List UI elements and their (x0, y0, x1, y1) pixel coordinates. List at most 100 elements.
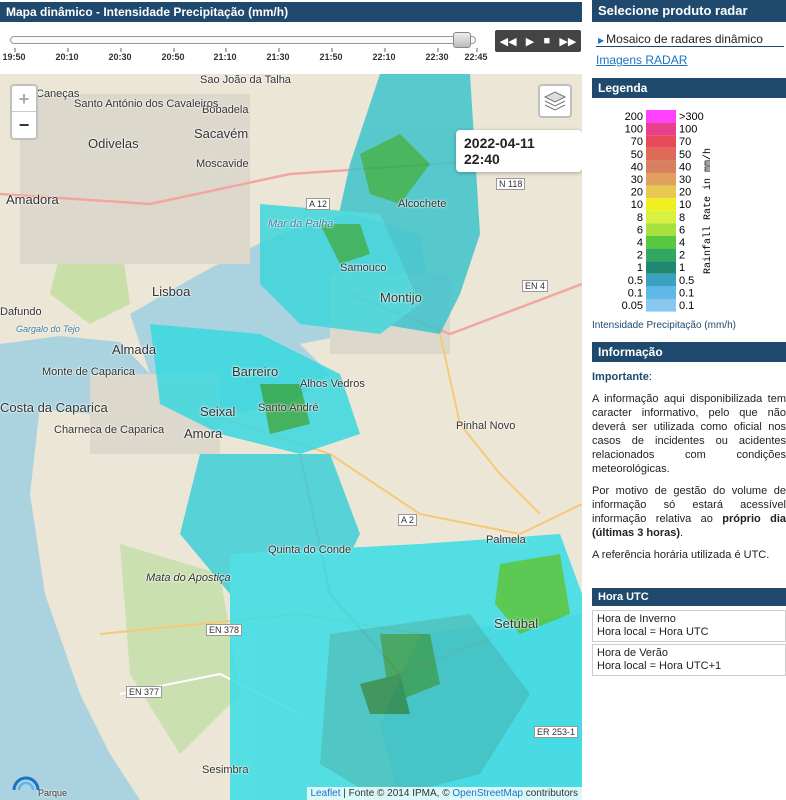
map-label: Parque (38, 788, 68, 798)
radar-product-mosaic[interactable]: Mosaico de radares dinâmico (596, 32, 784, 47)
play-button[interactable]: ▶ (526, 35, 534, 48)
legend-tick-right: 8 (679, 212, 685, 224)
legend-tick-right: 20 (679, 187, 691, 199)
timeline-tick: 19:50 (2, 48, 26, 62)
legend-tick-right: 50 (679, 149, 691, 161)
legend-color-band (646, 135, 676, 148)
road-label: A 12 (306, 198, 331, 210)
legend-axis-label: Rainfall Rate in mm/h (702, 148, 714, 274)
legend-color-band (646, 273, 676, 287)
legend-title: Legenda (592, 78, 786, 98)
layers-button[interactable] (538, 84, 572, 118)
legend-color-band (646, 198, 676, 211)
legend-tick-left: 40 (631, 161, 643, 173)
map-label: Sao João da Talha (200, 74, 291, 86)
road-label: EN 4 (522, 280, 549, 292)
info-title: Informação (592, 342, 786, 362)
legend-tick-right: 0.1 (679, 300, 694, 312)
legend-color-band (646, 147, 676, 161)
legend-tick-left: 1 (637, 262, 643, 274)
hora-utc-title: Hora UTC (592, 588, 786, 606)
openstreetmap-link[interactable]: OpenStreetMap (452, 788, 523, 799)
map-attribution: Leaflet | Fonte © 2014 IPMA, © OpenStree… (306, 787, 582, 800)
zoom-in-button[interactable]: + (12, 86, 36, 112)
legend-color-band (646, 173, 676, 186)
map-label: Moscavide (196, 158, 249, 170)
timeline-tick: 20:30 (108, 48, 132, 62)
legend-caption: Intensidade Precipitação (mm/h) (592, 320, 736, 331)
timeline-slider[interactable] (10, 36, 476, 44)
legend-tick-left: 4 (637, 237, 643, 249)
legend-tick-right: 10 (679, 199, 691, 211)
legend-tick-right: 100 (679, 124, 697, 136)
timeline-tick: 21:50 (319, 48, 343, 62)
legend-color-band (646, 286, 676, 299)
map-label: Caneças (36, 88, 80, 100)
map-label: Odivelas (88, 136, 139, 151)
legend-color-band (646, 185, 676, 199)
radar-product-list: Mosaico de radares dinâmico Imagens RADA… (596, 32, 784, 73)
map-label: Mata do Apostiça (146, 572, 231, 584)
legend-color-band (646, 236, 676, 249)
timeline-tick: 21:10 (213, 48, 237, 62)
map-label: Palmela (486, 534, 526, 546)
map-label: Mar da Palha (268, 218, 334, 230)
map-label: Pinhal Novo (456, 420, 516, 432)
legend-tick-right: >300 (679, 111, 704, 123)
map-label: Gargalo do Tejo (16, 324, 80, 334)
map-label: Samouco (340, 262, 387, 274)
legend-color-band (646, 299, 676, 312)
info-paragraph: Por motivo de gestão do volume de inform… (592, 485, 786, 539)
next-frame-button[interactable]: ▶▶ (559, 35, 576, 48)
map-label: Charneca de Caparica (54, 424, 165, 436)
summer-time-label: Hora de Verão (597, 647, 668, 659)
legend-tick-left: 10 (631, 199, 643, 211)
map-label: Dafundo (0, 306, 42, 318)
legend-color-band (646, 210, 676, 224)
map-label: Santo António dos Cavaleiros (74, 98, 219, 110)
map-label: Alcochete (398, 198, 447, 210)
legend-tick-right: 2 (679, 250, 685, 262)
legend-color-band (646, 110, 676, 123)
road-label: N 118 (496, 178, 526, 190)
leaflet-link[interactable]: Leaflet (311, 788, 341, 799)
attribution-text: | Fonte © 2014 IPMA, © (340, 788, 453, 799)
summer-time-box: Hora de Verão Hora local = Hora UTC+1 (592, 644, 786, 676)
road-label: A 2 (398, 514, 418, 526)
legend-tick-right: 1 (679, 262, 685, 274)
info-paragraph: A referência horária utilizada é UTC. (592, 549, 770, 561)
timeline-tick: 22:45 (464, 48, 488, 62)
attribution-text: contributors (522, 788, 578, 799)
legend-color-band (646, 223, 676, 236)
timeline-ticks: 19:50 20:10 20:30 20:50 21:10 21:30 21:5… (0, 48, 500, 68)
legend-tick-left: 200 (625, 111, 643, 123)
legend-tick-left: 100 (625, 124, 643, 136)
legend-color-band (646, 261, 676, 274)
winter-time-box: Hora de Inverno Hora local = Hora UTC (592, 610, 786, 642)
zoom-out-button[interactable]: − (12, 112, 36, 138)
legend-tick-right: 0.5 (679, 275, 694, 287)
legend-tick-right: 0.1 (679, 287, 694, 299)
legend: 200 >300 100 100 70 70 50 50 40 40 30 30 20 20 10 10 8 8 6… (592, 104, 786, 334)
timeline-slider-handle[interactable] (453, 32, 472, 48)
legend-tick-left: 2 (637, 250, 643, 262)
hora-utc-panel: Hora de Inverno Hora local = Hora UTC Ho… (592, 610, 786, 678)
map-panel-title: Mapa dinâmico - Intensidade Precipitação… (0, 2, 582, 22)
radar-product-images-link[interactable]: Imagens RADAR (596, 53, 687, 67)
legend-tick-left: 70 (631, 136, 643, 148)
summer-time-value: Hora local = Hora UTC+1 (597, 660, 722, 672)
previous-frame-button[interactable]: ◀◀ (500, 35, 517, 48)
road-label: ER 253-1 (534, 726, 579, 738)
map-label: Sacavém (194, 126, 249, 141)
stop-button[interactable]: ■ (544, 35, 551, 47)
map-label: Amora (184, 426, 223, 441)
map-label: Montijo (380, 290, 422, 305)
playback-controls: ◀◀ ▶ ■ ▶▶ (495, 30, 581, 52)
map-label: Amadora (6, 192, 59, 207)
legend-tick-right: 40 (679, 161, 691, 173)
map-label: Barreiro (232, 364, 279, 379)
radar-map[interactable]: Lisboa Odivelas Amadora Sacavém Moscavid… (0, 74, 582, 800)
winter-time-value: Hora local = Hora UTC (597, 626, 709, 638)
map-label: Almada (112, 342, 157, 357)
legend-tick-left: 0.5 (628, 275, 643, 287)
